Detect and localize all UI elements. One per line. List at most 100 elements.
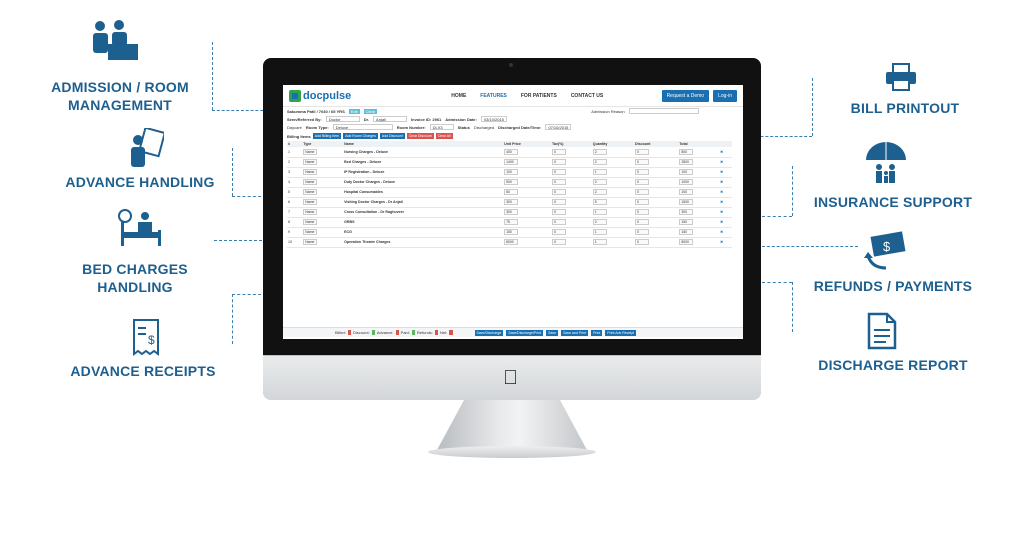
row-unit-price[interactable]: 75 (504, 219, 519, 225)
remove-row-icon[interactable]: ✖ (720, 190, 723, 194)
row-unit-price[interactable]: 8000 (504, 239, 519, 245)
row-unit-price[interactable]: 1400 (504, 159, 519, 165)
row-unit-price[interactable]: 500 (504, 179, 519, 185)
save-discharge-print-button[interactable]: Save/Discharge/Print (506, 329, 544, 336)
row-discount[interactable]: 0 (635, 239, 650, 245)
row-type-select[interactable]: Name (303, 189, 318, 195)
row-name: GRBS (344, 220, 355, 224)
row-quantity[interactable]: 2 (592, 159, 607, 165)
admission-date-input[interactable]: 03/10/2015 (480, 116, 507, 122)
row-tax[interactable]: 0 (551, 199, 566, 205)
remove-row-icon[interactable]: ✖ (720, 240, 723, 244)
clear-discount-button[interactable]: Clear Discount (406, 133, 434, 139)
remove-row-icon[interactable]: ✖ (720, 200, 723, 204)
row-tax[interactable]: 0 (551, 239, 566, 245)
edit-button[interactable]: Edit (348, 108, 360, 114)
row-quantity-cell: 5 (591, 197, 635, 208)
row-type-select[interactable]: Name (303, 148, 318, 155)
row-discount[interactable]: 0 (635, 199, 650, 205)
row-quantity-cell: 2 (591, 187, 635, 198)
row-number-cell: 4 (287, 177, 303, 188)
save-discharge-button[interactable]: Save/Discharge (474, 329, 504, 336)
billed-chip (347, 330, 352, 335)
row-discount[interactable]: 0 (635, 169, 650, 175)
row-total-cell: 100 (678, 187, 720, 198)
row-type-select[interactable]: Name (303, 239, 318, 245)
clear-button[interactable]: Clear (363, 108, 378, 114)
table-row: 5 Name Hospital Consumables 50 0 2 0 100 ✖ (287, 187, 732, 198)
row-tax[interactable]: 0 (551, 169, 566, 175)
add-billing-item-button[interactable]: Add Billing Item (312, 133, 342, 139)
row-unit-price[interactable]: 100 (504, 169, 519, 175)
row-discount[interactable]: 0 (635, 159, 650, 165)
remove-row-icon[interactable]: ✖ (720, 170, 723, 174)
request-demo-button[interactable]: Request a Demo (661, 89, 710, 102)
row-type-select[interactable]: Name (303, 179, 318, 185)
seen-by-select[interactable]: Doctor (325, 116, 360, 122)
row-discount[interactable]: 0 (635, 189, 650, 195)
discharged-date-input[interactable]: 07/10/2015 (545, 124, 572, 130)
daycare-checkbox[interactable]: Daycare (287, 125, 302, 130)
row-discount[interactable]: 0 (635, 219, 650, 225)
row-tax[interactable]: 0 (551, 189, 566, 195)
add-room-charges-button[interactable]: Add Room Charges (343, 133, 378, 139)
row-quantity[interactable]: 5 (592, 199, 607, 205)
login-button[interactable]: Log-in (713, 89, 737, 102)
row-quantity[interactable]: 1 (592, 229, 607, 235)
row-quantity[interactable]: 1 (592, 239, 607, 245)
row-type-select[interactable]: Name (303, 229, 318, 235)
nav-features[interactable]: FEATURES (480, 93, 507, 99)
remove-row-icon[interactable]: ✖ (720, 220, 723, 224)
row-type-select[interactable]: Name (303, 209, 318, 215)
row-unit-price[interactable]: 50 (504, 189, 519, 195)
row-quantity[interactable]: 2 (592, 179, 607, 185)
row-total: 8000 (679, 239, 694, 245)
row-tax[interactable]: 0 (551, 219, 566, 225)
nav-home[interactable]: HOME (451, 93, 466, 99)
row-tax[interactable]: 0 (551, 159, 566, 165)
row-quantity[interactable]: 1 (592, 209, 607, 215)
row-quantity[interactable]: 1 (592, 169, 607, 175)
remove-row-icon[interactable]: ✖ (720, 180, 723, 184)
room-number-select[interactable]: DLX3 (429, 124, 454, 130)
refunds-chip (434, 330, 439, 335)
row-tax[interactable]: 0 (551, 229, 566, 235)
admission-reason-input[interactable] (628, 108, 699, 114)
row-unit-price[interactable]: 400 (504, 148, 519, 155)
doctor-select[interactable]: Anjali (373, 116, 408, 122)
nav-contact[interactable]: CONTACT US (571, 93, 603, 99)
row-discount[interactable]: 0 (635, 209, 650, 215)
row-quantity[interactable]: 2 (592, 219, 607, 225)
row-tax[interactable]: 0 (551, 179, 566, 185)
row-discount[interactable]: 0 (635, 148, 650, 155)
clear-all-button[interactable]: Clear All (435, 133, 453, 139)
room-type-select[interactable]: Deluxe (332, 124, 393, 130)
row-discount[interactable]: 0 (635, 229, 650, 235)
row-tax[interactable]: 0 (551, 148, 566, 155)
remove-row-icon[interactable]: ✖ (720, 210, 723, 214)
add-discount-button[interactable]: Add Discount (379, 133, 405, 139)
row-unit-price[interactable]: 300 (504, 199, 519, 205)
row-tax[interactable]: 0 (551, 209, 566, 215)
row-unit-price[interactable]: 150 (504, 229, 519, 235)
print-button[interactable]: Print (591, 329, 603, 336)
print-adv-receipt-button[interactable]: Print Adv Receipt (605, 329, 637, 336)
row-unit-price[interactable]: 300 (504, 209, 519, 215)
row-type-select[interactable]: Name (303, 199, 318, 205)
row-quantity[interactable]: 2 (592, 189, 607, 195)
nav-for-patients[interactable]: FOR PATIENTS (521, 93, 557, 99)
remove-row-icon[interactable]: ✖ (720, 150, 723, 154)
remove-row-icon[interactable]: ✖ (720, 230, 723, 234)
row-quantity[interactable]: 2 (592, 148, 607, 155)
row-type-select[interactable]: Name (303, 159, 318, 165)
save-and-print-button[interactable]: Save and Print (561, 329, 589, 336)
row-type-select[interactable]: Name (303, 219, 318, 225)
row-discount[interactable]: 0 (635, 179, 650, 185)
save-button[interactable]: Save (546, 329, 559, 336)
paid-label: Paid: (400, 330, 410, 335)
remove-row-icon[interactable]: ✖ (720, 160, 723, 164)
table-row: 7 Name Cross Consultation - Dr Raghuveer 30… (287, 207, 732, 218)
row-unit-price-cell: 50 (503, 187, 551, 198)
logo[interactable]: docpulse (289, 89, 351, 102)
row-type-select[interactable]: Name (303, 169, 318, 175)
